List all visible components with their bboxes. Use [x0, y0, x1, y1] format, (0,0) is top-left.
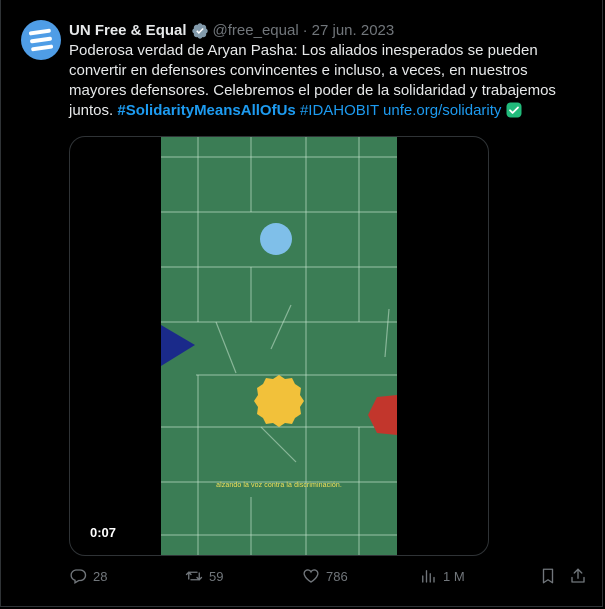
analytics-icon — [422, 570, 435, 583]
tweet-date[interactable]: 27 jun. 2023 — [312, 21, 395, 41]
header-separator: · — [302, 22, 308, 39]
views-button[interactable]: 1 M — [419, 567, 465, 585]
views-count: 1 M — [443, 568, 465, 584]
repost-count: 59 — [209, 568, 224, 584]
tweet-text: Poderosa verdad de Aryan Pasha: Los alia… — [69, 41, 579, 121]
video-subtitle: alzando la voz contra la discriminación. — [216, 482, 342, 489]
like-count: 786 — [326, 568, 348, 584]
video-frame[interactable]: alzando la voz contra la discriminación. — [161, 137, 397, 555]
un-free-equal-logo-icon — [28, 28, 54, 52]
bookmark-icon — [542, 568, 554, 584]
url-link[interactable]: unfe.org/solidarity — [383, 102, 501, 119]
tweet-header: UN Free & Equal @free_equal · 27 jun. 20… — [69, 21, 394, 41]
tweet-card[interactable]: UN Free & Equal @free_equal · 27 jun. 20… — [0, 0, 603, 607]
reply-icon — [70, 569, 87, 584]
bookmark-button[interactable] — [539, 567, 557, 585]
hashtag-link[interactable]: #IDAHOBIT — [300, 102, 379, 119]
reply-count: 28 — [93, 568, 108, 584]
video-artwork — [161, 137, 397, 555]
heart-icon — [303, 569, 319, 583]
hashtag-link[interactable]: #SolidarityMeansAllOfUs — [117, 102, 295, 119]
reply-button[interactable]: 28 — [69, 567, 107, 585]
avatar[interactable] — [21, 20, 61, 60]
video-timestamp: 0:07 — [90, 525, 117, 540]
share-icon — [571, 568, 585, 583]
author-display-name[interactable]: UN Free & Equal — [69, 21, 187, 41]
repost-icon — [185, 571, 203, 581]
like-button[interactable]: 786 — [302, 567, 348, 585]
share-button[interactable] — [569, 567, 587, 585]
repost-button[interactable]: 59 — [185, 567, 223, 585]
verified-badge-icon[interactable] — [191, 22, 209, 40]
author-handle[interactable]: @free_equal — [213, 21, 299, 41]
action-bar: 28 59 786 1 M — [69, 567, 591, 589]
video-player[interactable]: alzando la voz contra la discriminación.… — [69, 136, 489, 556]
check-mark-icon — [506, 102, 522, 118]
